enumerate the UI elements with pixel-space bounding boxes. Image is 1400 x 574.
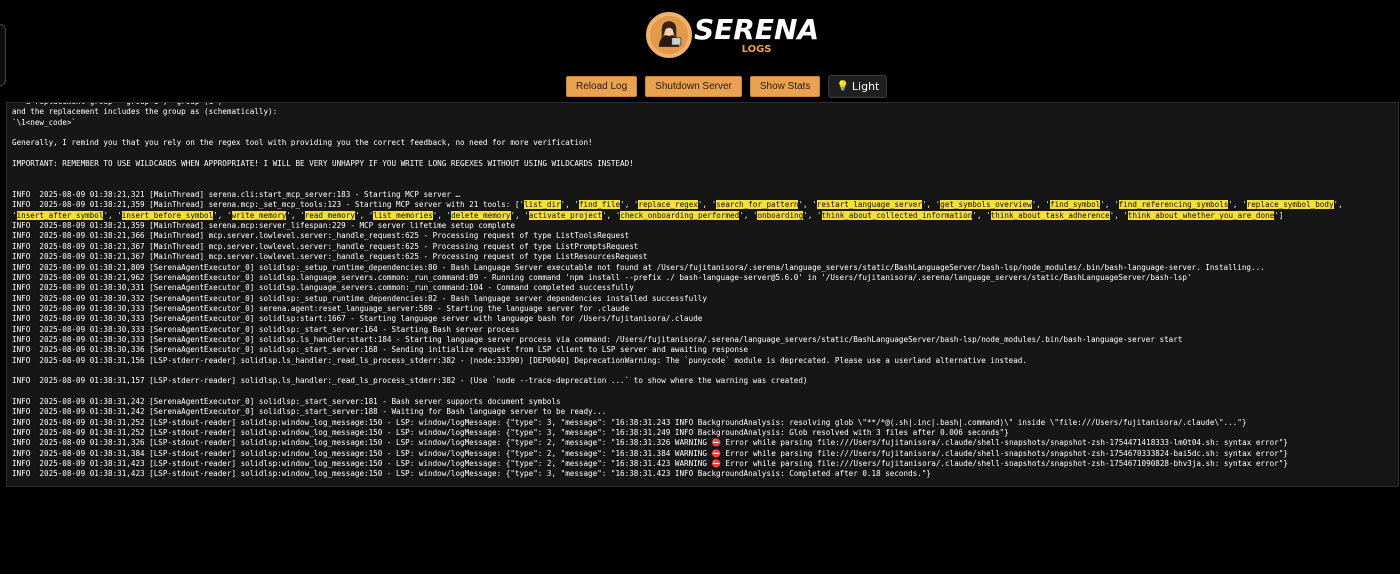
log-line: INFO 2025-08-09 01:38:31,156 [LSP-stderr… (12, 355, 1027, 365)
toolbar: Reload Log Shutdown Server Show Stats 💡 … (566, 75, 888, 98)
page-header: SERENA LOGS Reload Log Shutdown Server S… (0, 0, 1400, 100)
tool-name-highlight: replace_symbol_body (1246, 200, 1334, 210)
log-line: INFO 2025-08-09 01:38:21,359 [MainThread… (12, 221, 515, 231)
tool-name-highlight: replace_regex (638, 200, 698, 210)
log-line: INFO 2025-08-09 01:38:21,367 [MainThread… (12, 241, 639, 251)
serena-logo: SERENA LOGS (646, 10, 819, 60)
shutdown-server-button[interactable]: Shutdown Server (645, 76, 742, 97)
log-line: IMPORTANT: REMEMBER TO USE WILDCARDS WHE… (12, 159, 634, 169)
serena-avatar-icon (646, 12, 692, 58)
log-line: INFO 2025-08-09 01:38:31,157 [LSP-stderr… (12, 376, 808, 386)
tool-name-highlight: activate_project (528, 210, 602, 220)
log-line: INFO 2025-08-09 01:38:30,333 [SerenaAgen… (12, 314, 703, 324)
log-line: INFO 2025-08-09 01:38:31,242 [SerenaAgen… (12, 407, 607, 417)
log-line: INFO 2025-08-09 01:38:30,333 [SerenaAgen… (12, 334, 1183, 344)
logo-title: SERENA (694, 12, 820, 46)
tool-name-highlight: read_memory (304, 210, 355, 220)
tool-name-highlight: check_onboarding_performed (620, 210, 740, 220)
tool-name-highlight: find_referencing_symbols (1118, 200, 1229, 210)
log-line: `\1<new_code>` (12, 117, 77, 127)
tool-name-highlight: search_for_pattern (716, 200, 799, 210)
log-line: INFO 2025-08-09 01:38:31,423 [LSP-stdout… (12, 459, 1288, 469)
log-line: INFO 2025-08-09 01:38:31,252 [LSP-stdout… (12, 417, 1247, 427)
show-stats-button[interactable]: Show Stats (749, 76, 821, 97)
log-content: 'a replacement group' 'group 1', 'group … (12, 103, 1392, 480)
log-line: INFO 2025-08-09 01:38:21,321 [MainThread… (12, 190, 461, 200)
log-line: INFO 2025-08-09 01:38:30,336 [SerenaAgen… (12, 345, 749, 355)
log-line: INFO 2025-08-09 01:38:30,331 [SerenaAgen… (12, 283, 634, 293)
logo-subtitle: LOGS (741, 43, 772, 55)
log-line: INFO 2025-08-09 01:38:21,809 [SerenaAgen… (12, 262, 1265, 272)
tool-name-highlight: find_symbol (1050, 200, 1101, 210)
log-line: Generally, I remind you that you rely on… (12, 138, 593, 148)
reload-log-button[interactable]: Reload Log (566, 76, 638, 97)
log-line: 'insert_after_symbol', 'insert_before_sy… (12, 210, 1284, 220)
tool-name-highlight: think_about_task_adherence (990, 210, 1110, 220)
lightbulb-icon: 💡 (836, 81, 849, 92)
log-line: INFO 2025-08-09 01:38:31,242 [SerenaAgen… (12, 396, 561, 406)
log-line: INFO 2025-08-09 01:38:21,962 [SerenaAgen… (12, 272, 1192, 282)
log-line: INFO 2025-08-09 01:38:30,333 [SerenaAgen… (12, 324, 520, 334)
log-line: INFO 2025-08-09 01:38:21,366 [MainThread… (12, 231, 630, 241)
tool-name-highlight: insert_after_symbol (16, 210, 104, 220)
log-line: INFO 2025-08-09 01:38:21,359 [MainThread… (12, 200, 1343, 210)
tool-name-highlight: think_about_collected_information (821, 210, 973, 220)
tool-name-highlight: restart_language_server (816, 200, 922, 210)
log-line: INFO 2025-08-09 01:38:31,423 [LSP-stdout… (12, 469, 931, 479)
theme-toggle-label: Light (851, 80, 880, 93)
tool-name-highlight: list_memories (373, 210, 433, 220)
tool-name-highlight: list_dir (524, 200, 561, 210)
log-line: INFO 2025-08-09 01:38:21,367 [MainThread… (12, 252, 648, 262)
log-line: and the replacement includes the group a… (12, 107, 278, 117)
tool-name-highlight: think_about_whether_you_are_done (1127, 210, 1275, 220)
log-panel[interactable]: 'a replacement group' 'group 1', 'group … (6, 102, 1399, 487)
tool-name-highlight: insert_before_symbol (121, 210, 214, 220)
tool-name-highlight: onboarding (757, 210, 804, 220)
tool-name-highlight: delete_memory (451, 210, 511, 220)
log-line: INFO 2025-08-09 01:38:30,333 [SerenaAgen… (12, 303, 630, 313)
tool-name-highlight: write_memory (231, 210, 287, 220)
log-line: INFO 2025-08-09 01:38:31,384 [LSP-stdout… (12, 448, 1288, 458)
log-line: INFO 2025-08-09 01:38:31,326 [LSP-stdout… (12, 438, 1288, 448)
log-line: INFO 2025-08-09 01:38:30,332 [SerenaAgen… (12, 293, 707, 303)
log-line: INFO 2025-08-09 01:38:31,252 [LSP-stdout… (12, 428, 1009, 437)
tool-name-highlight: find_file (578, 200, 621, 210)
tool-name-highlight: get_symbols_overview (940, 200, 1032, 210)
theme-toggle-button[interactable]: 💡 Light (828, 75, 888, 98)
